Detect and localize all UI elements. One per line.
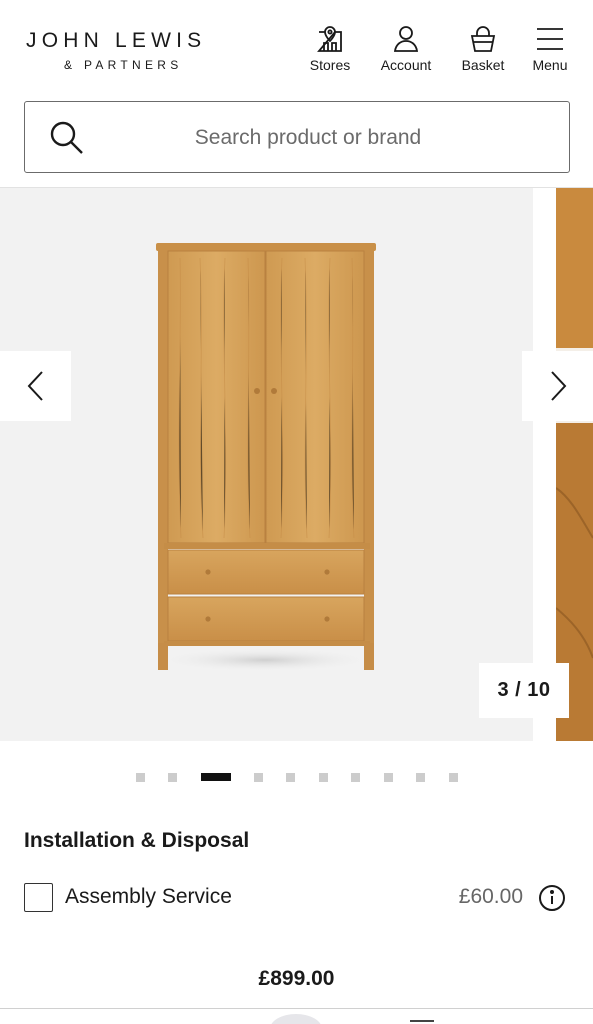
next-image-button[interactable] — [522, 351, 593, 421]
bottom-partial-button[interactable] — [270, 1014, 322, 1024]
nav-basket-label: Basket — [461, 57, 505, 73]
nav-stores[interactable]: Stores — [309, 24, 351, 73]
carousel-dot-8[interactable] — [384, 773, 393, 782]
logo-sub-text: & PARTNERS — [64, 58, 183, 72]
previous-image-button[interactable] — [0, 351, 71, 421]
assembly-service-checkbox[interactable] — [24, 883, 53, 912]
carousel-dot-1[interactable] — [136, 773, 145, 782]
image-counter: 3 / 10 — [479, 663, 569, 718]
nav-menu[interactable]: Menu — [528, 24, 572, 73]
installation-heading: Installation & Disposal — [24, 829, 250, 852]
nav-basket[interactable]: Basket — [460, 24, 506, 73]
info-icon[interactable] — [538, 884, 566, 912]
nav-account[interactable]: Account — [377, 24, 435, 73]
carousel-indicators — [0, 772, 593, 782]
product-image[interactable] — [0, 188, 533, 741]
carousel-dot-3-active[interactable] — [201, 773, 231, 781]
menu-icon — [537, 28, 563, 50]
chevron-left-icon — [27, 371, 43, 401]
carousel-dot-10[interactable] — [449, 773, 458, 782]
account-icon — [393, 26, 419, 52]
basket-icon — [470, 26, 496, 52]
search-bar[interactable]: Search product or brand — [24, 101, 570, 173]
chevron-right-icon — [550, 371, 566, 401]
carousel-dot-6[interactable] — [319, 773, 328, 782]
product-image-carousel[interactable]: 3 / 10 — [0, 188, 593, 741]
store-icon — [317, 26, 342, 52]
carousel-dot-2[interactable] — [168, 773, 177, 782]
product-price: £899.00 — [258, 967, 335, 990]
next-image-thumbnail — [556, 188, 593, 741]
assembly-service-label[interactable]: Assembly Service — [65, 885, 232, 909]
carousel-dot-9[interactable] — [416, 773, 425, 782]
next-image-preview[interactable] — [556, 188, 593, 741]
search-input[interactable]: Search product or brand — [25, 126, 569, 150]
logo-main-text: JOHN LEWIS — [26, 29, 207, 52]
brand-logo[interactable]: JOHN LEWIS & PARTNERS — [26, 29, 226, 73]
nav-stores-label: Stores — [309, 57, 351, 73]
wardrobe-image — [156, 243, 376, 672]
carousel-dot-4[interactable] — [254, 773, 263, 782]
bottom-divider — [0, 1008, 593, 1009]
assembly-service-price: £60.00 — [458, 885, 523, 908]
nav-menu-label: Menu — [532, 57, 568, 73]
site-header: JOHN LEWIS & PARTNERS Stores Account Bas… — [0, 0, 593, 100]
carousel-dot-7[interactable] — [351, 773, 360, 782]
bottom-partial-mark — [410, 1020, 434, 1022]
nav-account-label: Account — [380, 57, 432, 73]
carousel-dot-5[interactable] — [286, 773, 295, 782]
